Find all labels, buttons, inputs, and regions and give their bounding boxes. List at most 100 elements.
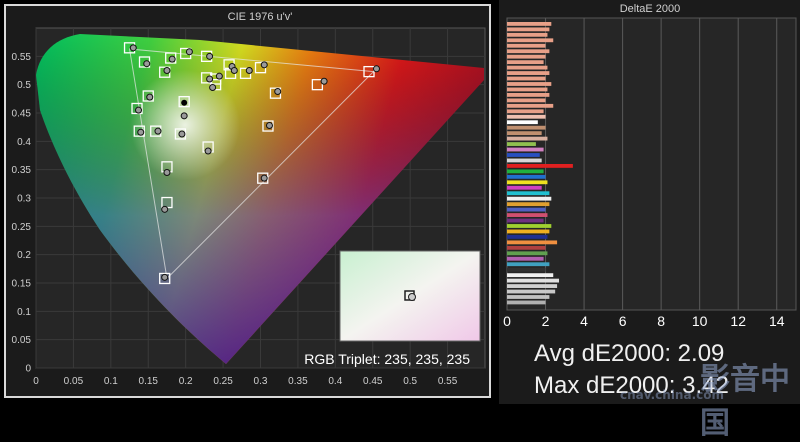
de-bar [507, 207, 546, 212]
de-bar [507, 196, 552, 201]
measured-point [265, 121, 273, 129]
de-bar [507, 256, 544, 261]
de-bar [507, 142, 536, 146]
de-bar [507, 125, 546, 130]
measured-point [372, 65, 380, 73]
de-bar [507, 169, 544, 174]
y-tick-label: 0 [25, 364, 31, 375]
measured-point [129, 44, 137, 52]
measured-point [135, 106, 143, 114]
x-tick-label: 0.45 [363, 376, 383, 387]
de-bar [507, 174, 546, 179]
de-bar [507, 273, 554, 278]
de-bar [507, 245, 546, 250]
avg-de-text: Avg dE2000: 2.09 [534, 340, 725, 367]
de-tick-label: 8 [657, 313, 665, 329]
de-bar [507, 180, 548, 185]
measured-point [206, 52, 214, 60]
de-bar [507, 109, 544, 114]
de-bar [507, 54, 546, 59]
measured-point [168, 55, 176, 63]
measured-point [215, 72, 223, 80]
de-bar [507, 158, 542, 163]
de-bar [507, 71, 550, 75]
measured-point [209, 84, 217, 91]
x-tick-label: 0.5 [403, 376, 417, 387]
de-bar [507, 49, 550, 54]
x-tick-label: 0.15 [139, 376, 159, 387]
x-tick-label: 0.25 [213, 376, 233, 387]
de-bar [507, 153, 540, 157]
x-tick-label: 0.1 [104, 376, 118, 387]
de-bar [507, 22, 552, 26]
y-tick-label: 0.15 [12, 279, 32, 290]
de-bar [507, 240, 558, 245]
watermark-url: cnav.china.com [620, 388, 724, 402]
de-bar [507, 43, 546, 48]
white-point [181, 99, 188, 106]
measured-point [161, 273, 169, 281]
de-bar [507, 114, 546, 119]
x-tick-label: 0.3 [254, 376, 268, 387]
de-bar [507, 284, 558, 288]
de-bar [507, 120, 538, 125]
de-bar [507, 213, 548, 217]
y-tick-label: 0.5 [17, 80, 31, 91]
y-tick-label: 0.1 [17, 307, 31, 318]
measured-point [185, 48, 193, 56]
y-tick-label: 0.05 [12, 335, 32, 346]
de-bar [507, 87, 548, 92]
white-glow [130, 70, 240, 180]
de-bar [507, 229, 550, 234]
y-tick-label: 0.3 [17, 194, 31, 205]
measured-point [163, 67, 171, 74]
measured-point [274, 87, 282, 95]
de-bar [507, 60, 544, 65]
measured-point [206, 75, 214, 83]
de-bar [507, 103, 554, 108]
measured-point [180, 112, 188, 120]
measured-point [143, 60, 151, 68]
x-tick-label: 0.4 [328, 376, 342, 387]
deltae-ticks: 0 2 4 6 8 10 12 14 [503, 313, 785, 329]
x-tick-label: 0.55 [438, 376, 458, 387]
measured-point [161, 205, 169, 213]
de-bar [507, 278, 560, 283]
y-tick-label: 0.25 [12, 222, 32, 233]
chromaticity-title: CIE 1976 u'v' [228, 11, 293, 23]
de-tick-label: 4 [580, 313, 588, 329]
de-bar [507, 202, 550, 207]
de-bar [507, 295, 550, 299]
de-bar [507, 251, 548, 256]
de-bar [507, 38, 554, 43]
de-bar [507, 82, 552, 86]
de-bar [507, 65, 548, 70]
de-bar [507, 224, 552, 228]
de-tick-label: 12 [730, 313, 746, 329]
measured-point [137, 128, 145, 136]
de-bar [507, 93, 550, 97]
measured-point [260, 174, 268, 182]
de-tick-label: 0 [503, 313, 511, 329]
de-tick-label: 10 [692, 313, 708, 329]
de-bar [507, 136, 548, 141]
measured-point [245, 67, 253, 74]
de-bar [507, 289, 556, 294]
x-tick-label: 0.35 [288, 376, 308, 387]
rgb-triplet-text: RGB Triplet: 235, 235, 235 [304, 351, 470, 367]
y-tick-label: 0.35 [12, 165, 32, 176]
inset-measured-marker [408, 293, 416, 301]
de-tick-label: 2 [542, 313, 550, 329]
measured-point [154, 127, 162, 135]
y-tick-label: 0.55 [12, 52, 32, 63]
de-bar [507, 27, 550, 32]
deltae-title: DeltaE 2000 [620, 3, 681, 15]
de-bar [507, 300, 546, 305]
de-bar [507, 147, 544, 152]
de-bar [507, 267, 546, 272]
measured-point [163, 169, 171, 176]
x-tick-label: 0.05 [64, 376, 84, 387]
de-bar [507, 76, 546, 81]
de-bar [507, 98, 546, 103]
de-tick-label: 14 [769, 313, 785, 329]
